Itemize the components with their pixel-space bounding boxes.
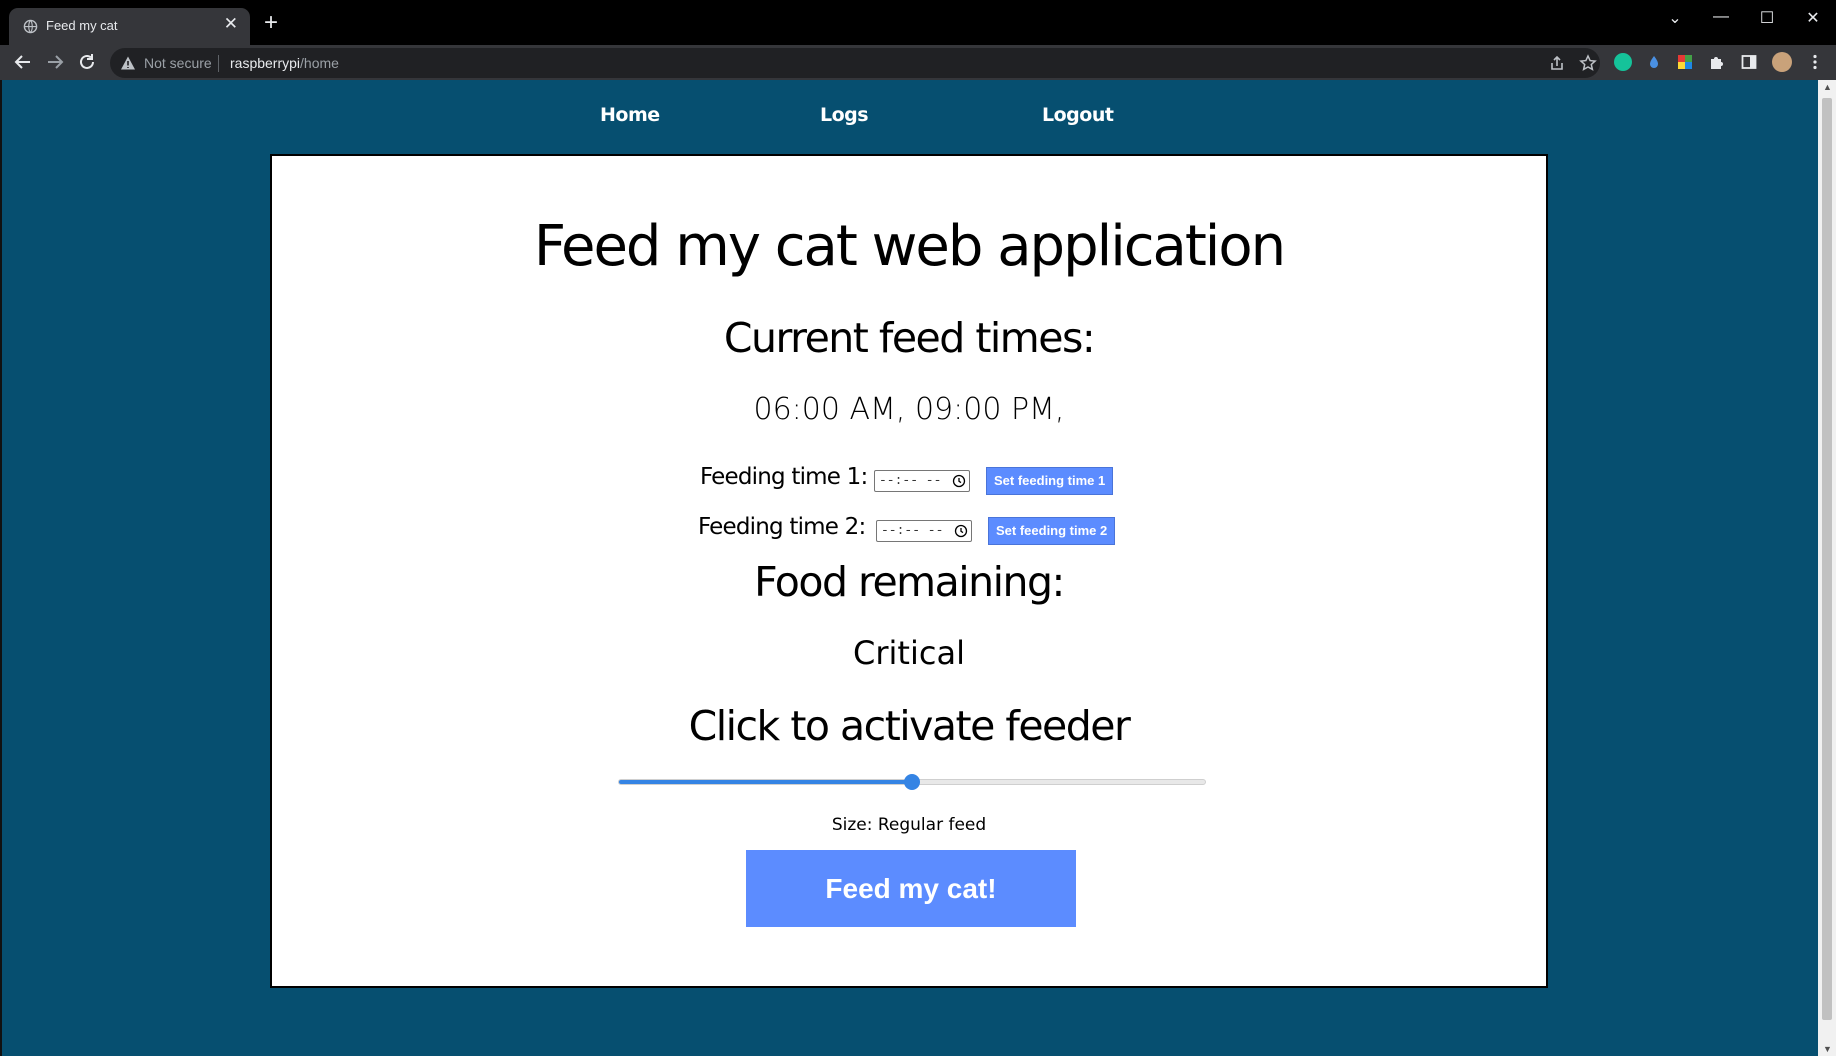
- feeding-time-2-label: Feeding time 2:: [698, 514, 866, 540]
- scroll-down-icon[interactable]: ▼: [1823, 1044, 1832, 1054]
- maximize-icon[interactable]: ☐: [1752, 8, 1782, 28]
- nav-home-link[interactable]: Home: [600, 104, 660, 126]
- feed-my-cat-button[interactable]: Feed my cat!: [746, 850, 1076, 927]
- drop-extension-icon[interactable]: [1645, 53, 1663, 71]
- current-feed-times: 06:00 AM, 09:00 PM,: [753, 392, 1065, 427]
- feeding-time-2-input[interactable]: --:-- --: [876, 520, 972, 542]
- clock-icon[interactable]: [954, 524, 968, 538]
- nav-logout-link[interactable]: Logout: [1042, 104, 1114, 126]
- page-viewport: Home Logs Logout Feed my cat web applica…: [0, 80, 1820, 1056]
- new-tab-icon[interactable]: +: [264, 11, 278, 35]
- browser-titlebar: Feed my cat ✕ + ⌄ — ☐ ✕: [0, 0, 1836, 45]
- url-text[interactable]: raspberrypi/home: [230, 55, 339, 71]
- activate-feeder-heading: Click to activate feeder: [688, 702, 1131, 750]
- browser-tab[interactable]: Feed my cat ✕: [9, 8, 250, 45]
- address-bar[interactable]: Not secure raspberrypi/home: [110, 48, 1600, 78]
- close-window-icon[interactable]: ✕: [1798, 8, 1828, 28]
- tab-close-icon[interactable]: ✕: [224, 14, 238, 34]
- bookmark-star-icon[interactable]: [1579, 54, 1597, 72]
- browser-toolbar: Not secure raspberrypi/home: [0, 45, 1836, 80]
- food-remaining-status: Critical: [853, 634, 965, 672]
- current-feed-heading: Current feed times:: [723, 314, 1096, 362]
- share-icon[interactable]: [1548, 54, 1566, 72]
- food-remaining-heading: Food remaining:: [754, 558, 1065, 606]
- minimize-icon[interactable]: —: [1706, 8, 1736, 26]
- security-label: Not secure: [144, 55, 212, 71]
- grammarly-extension-icon[interactable]: [1614, 53, 1632, 71]
- forward-icon[interactable]: [44, 51, 66, 73]
- tab-title: Feed my cat: [46, 18, 118, 33]
- set-feeding-time-2-button[interactable]: Set feeding time 2: [988, 517, 1116, 545]
- menu-kebab-icon[interactable]: [1806, 53, 1824, 71]
- slider-thumb[interactable]: [904, 774, 920, 790]
- feeding-time-1-label: Feeding time 1:: [700, 464, 868, 490]
- feeding-time-1-row: Feeding time 1: --:-- -- Set feeding tim…: [272, 462, 1546, 495]
- page-title: Feed my cat web application: [533, 214, 1286, 279]
- nav-logs-link[interactable]: Logs: [820, 104, 869, 126]
- scroll-up-icon[interactable]: ▲: [1823, 82, 1832, 92]
- scrollbar-thumb[interactable]: [1822, 98, 1832, 1020]
- url-host: raspberrypi: [230, 55, 301, 71]
- omnibox-divider: [218, 55, 219, 72]
- time-input-placeholder: --:-- --: [881, 523, 944, 538]
- url-path: /home: [300, 55, 339, 71]
- warning-icon: [121, 56, 135, 70]
- profile-avatar[interactable]: [1772, 52, 1792, 72]
- time-input-placeholder: --:-- --: [879, 473, 942, 488]
- side-panel-icon[interactable]: [1740, 53, 1758, 71]
- clock-icon[interactable]: [952, 474, 966, 488]
- back-icon[interactable]: [12, 51, 34, 73]
- size-value: Regular feed: [877, 815, 987, 835]
- feeding-time-2-row: Feeding time 2: --:-- -- Set feeding tim…: [272, 512, 1546, 545]
- globe-icon: [23, 19, 38, 34]
- reload-icon[interactable]: [76, 51, 98, 73]
- size-line: Size: Regular feed: [272, 815, 1546, 835]
- size-label: Size:: [831, 815, 873, 835]
- vertical-scrollbar[interactable]: ▲ ▼: [1818, 80, 1836, 1056]
- set-feeding-time-1-button[interactable]: Set feeding time 1: [986, 467, 1114, 495]
- color-extension-icon[interactable]: [1676, 53, 1694, 71]
- extensions-puzzle-icon[interactable]: [1708, 53, 1726, 71]
- main-card: Feed my cat web application Current feed…: [270, 154, 1548, 988]
- tab-search-icon[interactable]: ⌄: [1660, 8, 1690, 28]
- top-navigation: Home Logs Logout: [2, 80, 1820, 154]
- feed-size-slider[interactable]: [618, 774, 1206, 790]
- feeding-time-1-input[interactable]: --:-- --: [874, 470, 970, 492]
- slider-fill: [619, 780, 912, 784]
